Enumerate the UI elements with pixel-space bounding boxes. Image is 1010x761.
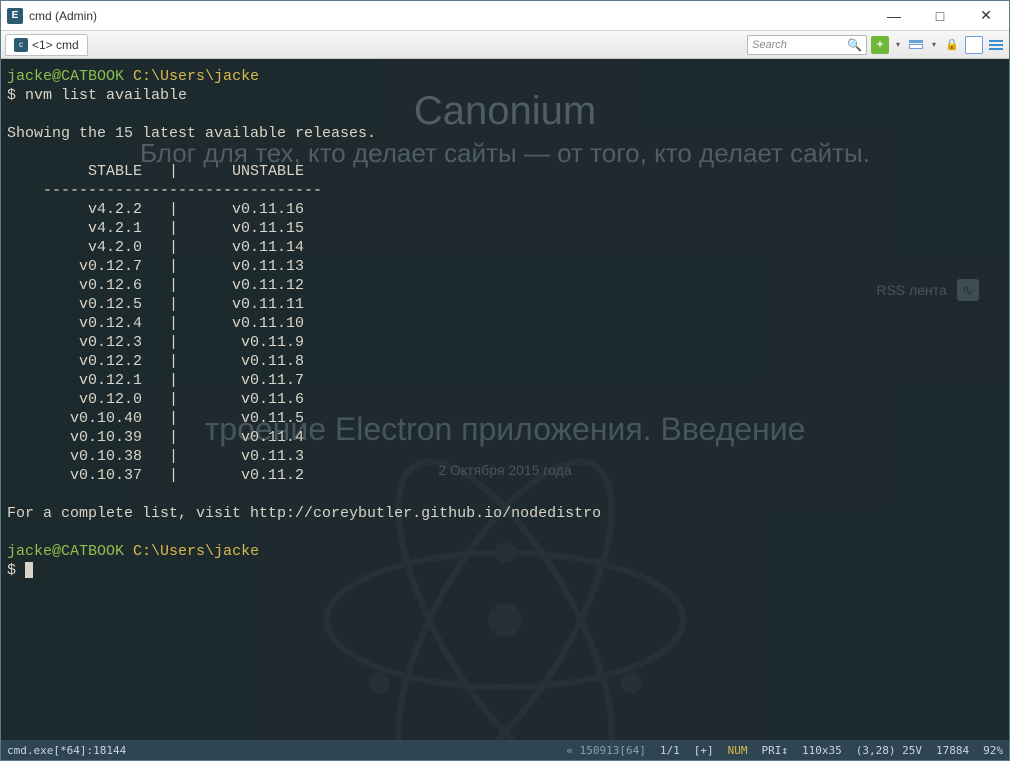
application-window: E cmd (Admin) ― □ ✕ c <1> cmd Search 🔍 +… <box>0 0 1010 761</box>
search-placeholder: Search <box>752 39 787 51</box>
new-console-button[interactable]: + <box>871 36 889 54</box>
tab-label: <1> cmd <box>32 38 79 52</box>
minimize-button[interactable]: ― <box>871 1 917 30</box>
status-chunk: « 150913[64] <box>566 744 645 757</box>
search-icon: 🔍 <box>847 38 862 52</box>
console-tab[interactable]: c <1> cmd <box>5 34 88 56</box>
split-view-dropdown[interactable]: ▾ <box>929 36 939 54</box>
status-numlock: NUM <box>728 744 748 757</box>
search-input[interactable]: Search 🔍 <box>747 35 867 55</box>
lock-icon[interactable]: 🔒 <box>943 36 961 54</box>
status-plus: [+] <box>694 744 714 757</box>
maximize-button[interactable]: □ <box>917 1 963 30</box>
status-lines: 1/1 <box>660 744 680 757</box>
title-bar: E cmd (Admin) ― □ ✕ <box>1 1 1009 31</box>
menu-icon[interactable] <box>987 36 1005 54</box>
status-size: 110x35 <box>802 744 842 757</box>
close-button[interactable]: ✕ <box>963 1 1009 30</box>
status-bar: cmd.exe[*64]:18144 « 150913[64] 1/1 [+] … <box>1 740 1009 760</box>
grid-icon[interactable] <box>965 36 983 54</box>
terminal-output: jacke@CATBOOK C:\Users\jacke $ nvm list … <box>1 59 1009 740</box>
terminal-area[interactable]: Canonium Блог для тех, кто делает сайты … <box>1 59 1009 740</box>
cmd-icon: c <box>14 38 28 52</box>
new-console-dropdown[interactable]: ▾ <box>893 36 903 54</box>
status-memory: 17884 <box>936 744 969 757</box>
status-priority: PRI↕ <box>762 744 789 757</box>
window-controls: ― □ ✕ <box>871 1 1009 30</box>
window-title: cmd (Admin) <box>29 9 871 23</box>
app-icon: E <box>7 8 23 24</box>
split-view-button[interactable] <box>907 36 925 54</box>
status-cursor-pos: (3,28) 25V <box>856 744 922 757</box>
status-process: cmd.exe[*64]:18144 <box>7 744 552 757</box>
status-percent: 92% <box>983 744 1003 757</box>
tab-bar: c <1> cmd Search 🔍 + ▾ ▾ 🔒 <box>1 31 1009 59</box>
